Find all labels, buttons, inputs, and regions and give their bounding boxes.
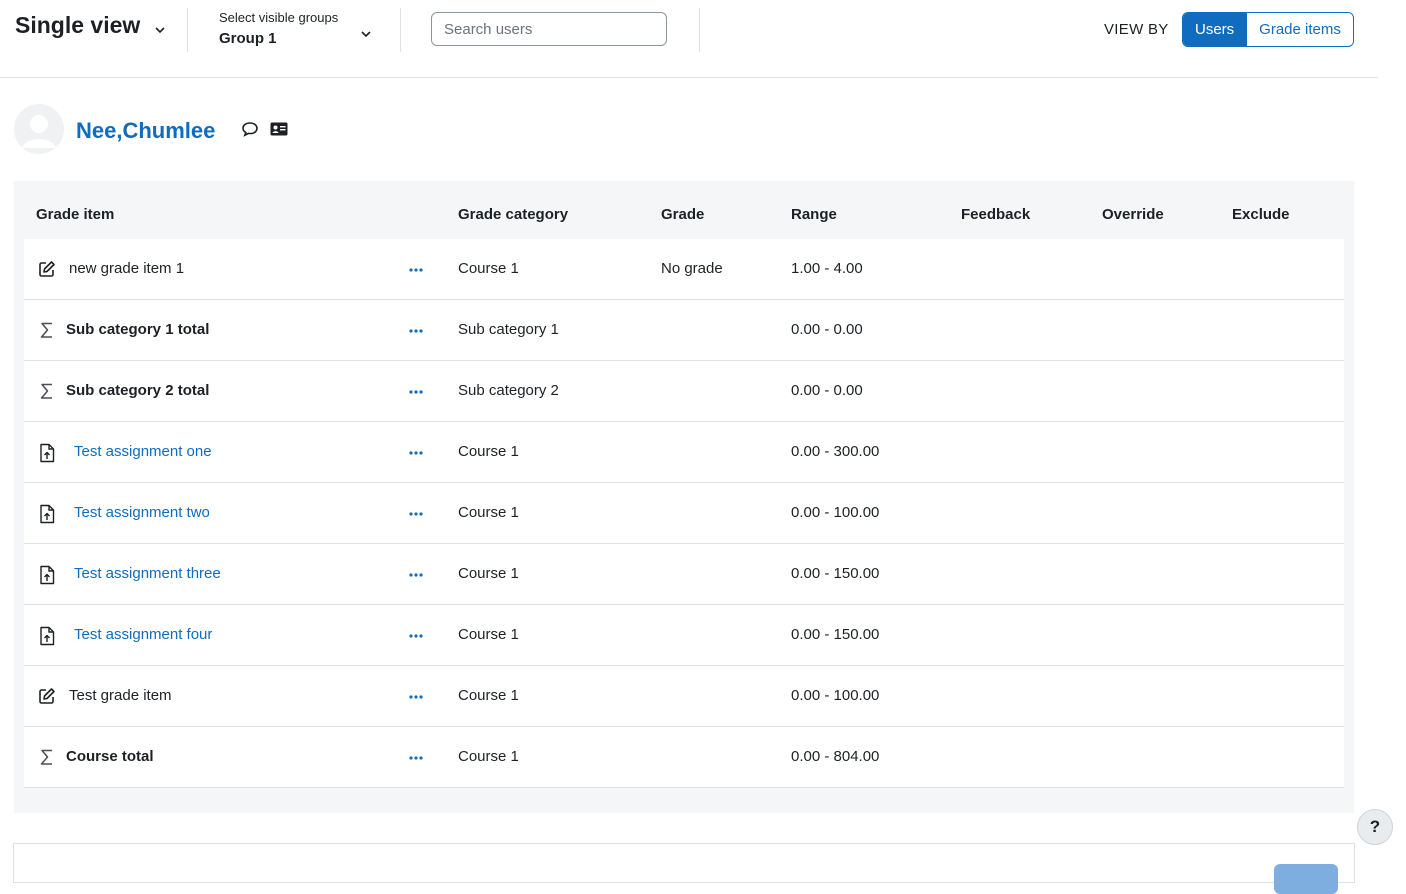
grade-category: Course 1 bbox=[458, 626, 519, 643]
sigma-icon bbox=[38, 321, 56, 339]
search-users-input[interactable] bbox=[432, 13, 666, 45]
grade-item-name[interactable]: Test assignment four bbox=[74, 605, 212, 665]
table-header: Grade item Grade category Grade Range Fe… bbox=[14, 181, 1354, 239]
table-row: Test assignment three Course 1 0.00 - 150.… bbox=[24, 544, 1344, 605]
view-title: Single view bbox=[15, 12, 141, 38]
column-header-grade-item: Grade item bbox=[36, 206, 115, 223]
more-actions-icon[interactable] bbox=[408, 507, 424, 519]
grade-category: Sub category 1 bbox=[458, 321, 559, 338]
table-row: Sub category 2 total Sub category 2 0.00 -… bbox=[24, 361, 1344, 422]
grade-item-name: new grade item 1 bbox=[69, 260, 185, 277]
grade-panel: Grade item Grade category Grade Range Fe… bbox=[14, 181, 1354, 813]
search-users-box bbox=[431, 12, 667, 46]
column-header-range: Range bbox=[791, 206, 837, 223]
column-header-exclude: Exclude bbox=[1232, 206, 1290, 223]
edit-icon bbox=[38, 260, 56, 278]
grade-item-name: Course total bbox=[66, 748, 154, 765]
table-row: new grade item 1 Course 1 No grade 1.00 - 4… bbox=[24, 239, 1344, 300]
table-row: Course total Course 1 0.00 - 804.00 bbox=[24, 727, 1344, 788]
grade-range: 0.00 - 0.00 bbox=[791, 382, 863, 399]
column-header-override: Override bbox=[1102, 206, 1164, 223]
column-header-feedback: Feedback bbox=[961, 206, 1031, 223]
column-header-grade-category: Grade category bbox=[458, 206, 569, 223]
grade-category: Course 1 bbox=[458, 260, 519, 277]
grade-range: 0.00 - 100.00 bbox=[791, 504, 880, 521]
help-button[interactable]: ? bbox=[1357, 809, 1393, 845]
view-by-users-button[interactable]: Users bbox=[1183, 13, 1247, 46]
more-actions-icon[interactable] bbox=[408, 263, 424, 275]
assignment-icon bbox=[38, 504, 56, 524]
assignment-icon bbox=[38, 565, 56, 585]
more-actions-icon[interactable] bbox=[408, 751, 424, 763]
grade-range: 0.00 - 150.00 bbox=[791, 626, 880, 643]
edit-icon bbox=[38, 687, 56, 705]
table-row: Test grade item Course 1 0.00 - 100.00 bbox=[24, 666, 1344, 727]
grade-range: 0.00 - 804.00 bbox=[791, 748, 880, 765]
avatar[interactable] bbox=[14, 104, 64, 154]
divider bbox=[400, 8, 401, 52]
grade-item-name[interactable]: Test assignment three bbox=[74, 544, 221, 604]
group-selector[interactable]: Select visible groups Group 1 bbox=[219, 10, 379, 52]
group-select-label: Select visible groups bbox=[219, 10, 339, 25]
column-header-grade: Grade bbox=[661, 206, 705, 223]
profile-card-icon[interactable] bbox=[270, 122, 288, 140]
sigma-icon bbox=[38, 382, 56, 400]
table-row: Test assignment two Course 1 0.00 - 100.00 bbox=[24, 483, 1344, 544]
grade-range: 0.00 - 0.00 bbox=[791, 321, 863, 338]
sigma-icon bbox=[38, 748, 56, 766]
grade-category: Course 1 bbox=[458, 565, 519, 582]
more-actions-icon[interactable] bbox=[408, 690, 424, 702]
view-by-label: VIEW BY bbox=[1104, 21, 1169, 38]
table-row: Test assignment four Course 1 0.00 - 150.0… bbox=[24, 605, 1344, 666]
user-header: Nee,Chumlee bbox=[14, 103, 288, 155]
grade-category: Course 1 bbox=[458, 504, 519, 521]
grade-item-name: Sub category 2 total bbox=[66, 382, 210, 399]
grade-item-name: Test grade item bbox=[69, 687, 172, 704]
grade-range: 0.00 - 150.00 bbox=[791, 565, 880, 582]
user-actions bbox=[241, 121, 288, 141]
default-user-icon bbox=[14, 104, 64, 154]
grade-item-name[interactable]: Test assignment two bbox=[74, 483, 210, 543]
grade-range: 1.00 - 4.00 bbox=[791, 260, 863, 277]
grade-value: No grade bbox=[661, 260, 723, 277]
grade-category: Sub category 2 bbox=[458, 382, 559, 399]
footer-bar bbox=[13, 843, 1355, 883]
grade-rows: new grade item 1 Course 1 No grade 1.00 - 4… bbox=[24, 239, 1344, 788]
table-row: Sub category 1 total Sub category 1 0.00 -… bbox=[24, 300, 1344, 361]
user-name-link[interactable]: Nee,Chumlee bbox=[76, 118, 215, 144]
more-actions-icon[interactable] bbox=[408, 385, 424, 397]
divider bbox=[187, 8, 188, 52]
table-row: Test assignment one Course 1 0.00 - 300.00 bbox=[24, 422, 1344, 483]
message-icon[interactable] bbox=[241, 121, 259, 141]
save-button[interactable] bbox=[1274, 864, 1338, 894]
grade-category: Course 1 bbox=[458, 687, 519, 704]
view-selector[interactable]: Single view bbox=[15, 12, 165, 40]
grade-category: Course 1 bbox=[458, 748, 519, 765]
chevron-down-icon bbox=[155, 13, 165, 40]
more-actions-icon[interactable] bbox=[408, 568, 424, 580]
grade-range: 0.00 - 300.00 bbox=[791, 443, 880, 460]
more-actions-icon[interactable] bbox=[408, 324, 424, 336]
grade-category: Course 1 bbox=[458, 443, 519, 460]
assignment-icon bbox=[38, 626, 56, 646]
grade-range: 0.00 - 100.00 bbox=[791, 687, 880, 704]
more-actions-icon[interactable] bbox=[408, 446, 424, 458]
view-by-toggle: Users Grade items bbox=[1182, 12, 1354, 47]
more-actions-icon[interactable] bbox=[408, 629, 424, 641]
top-bar: Single view Select visible groups Group … bbox=[0, 0, 1378, 78]
grade-item-name[interactable]: Test assignment one bbox=[74, 422, 212, 482]
chevron-down-icon bbox=[361, 25, 371, 42]
view-by-grade-items-button[interactable]: Grade items bbox=[1246, 13, 1353, 46]
assignment-icon bbox=[38, 443, 56, 463]
grade-item-name: Sub category 1 total bbox=[66, 321, 210, 338]
divider bbox=[699, 8, 700, 52]
group-select-value: Group 1 bbox=[219, 30, 277, 47]
